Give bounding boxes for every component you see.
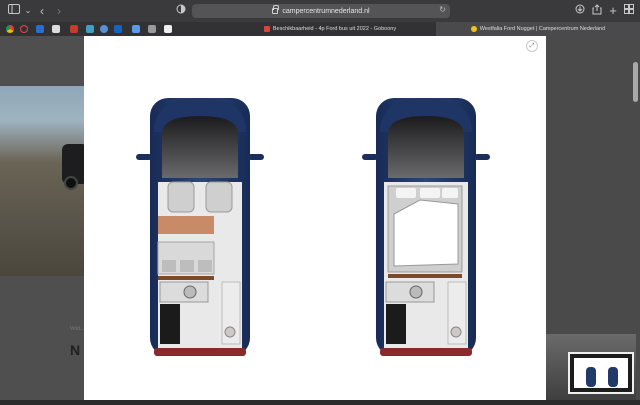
floorplan-image [136, 98, 490, 356]
page-heading: N [70, 342, 81, 358]
page-right-column [546, 36, 640, 400]
favorite-cloud-icon[interactable] [100, 25, 108, 33]
reload-icon[interactable]: ↻ [439, 5, 446, 14]
thumbnail-van-left [586, 367, 596, 387]
back-icon[interactable]: ‹ [35, 4, 49, 18]
address-bar[interactable]: campercentrumnederland.nl ↻ [192, 4, 450, 18]
favorite-grid-icon[interactable] [52, 25, 60, 33]
floorplan-day-layout [136, 98, 264, 356]
van-photo [0, 86, 88, 276]
campercentrum-favicon-icon [470, 26, 477, 32]
page-small-text: Vind... [70, 326, 85, 332]
forward-icon[interactable]: › [52, 4, 66, 18]
tab-grid-icon[interactable] [622, 4, 636, 18]
goboony-favicon-icon [263, 26, 270, 32]
gallery-thumbnail[interactable] [568, 352, 634, 394]
page-scrollbar[interactable] [633, 62, 638, 102]
lightbox-modal [84, 36, 546, 400]
thumbnail-image [574, 358, 628, 388]
browser-toolbar: ⌄ ‹ › campercentrumnederland.nl ↻ + [0, 0, 640, 22]
tab-campercentrum[interactable]: Westfalia Ford Nugget | Campercentrum Ne… [436, 22, 640, 36]
tab-goboony[interactable]: Beschikbaarheid - 4p Ford bus uit 2022 -… [224, 22, 436, 36]
tab-overview-chevron-icon[interactable]: ⌄ [21, 4, 35, 18]
downloads-icon[interactable] [573, 4, 587, 18]
privacy-shield-icon[interactable] [174, 4, 188, 18]
thumbnail-van-right [608, 367, 618, 387]
favorite-circle-icon[interactable] [20, 25, 28, 33]
favorite-s-icon[interactable] [36, 25, 44, 33]
floorplan-night-layout [362, 98, 490, 356]
favorite-chrome-icon[interactable] [6, 25, 14, 33]
new-tab-icon[interactable]: + [606, 4, 620, 18]
van-photo-wheel [64, 176, 78, 190]
favorite-chat-icon[interactable] [164, 25, 172, 33]
favorite-gray-icon[interactable] [148, 25, 156, 33]
sidebar-toggle-icon[interactable] [7, 4, 21, 18]
fullscreen-icon[interactable]: ⤢ [526, 40, 538, 52]
tab-title: Westfalia Ford Nugget | Campercentrum Ne… [479, 26, 606, 32]
favorite-blue-icon[interactable] [132, 25, 140, 33]
tab-title: Beschikbaarheid - 4p Ford bus uit 2022 -… [272, 26, 397, 32]
favorite-teal-icon[interactable] [86, 25, 94, 33]
favorite-red-icon[interactable] [70, 25, 78, 33]
lock-icon [272, 5, 280, 14]
favorite-outlook-icon[interactable] [114, 25, 122, 33]
share-icon[interactable] [590, 4, 604, 18]
address-url: campercentrumnederland.nl [282, 7, 370, 15]
